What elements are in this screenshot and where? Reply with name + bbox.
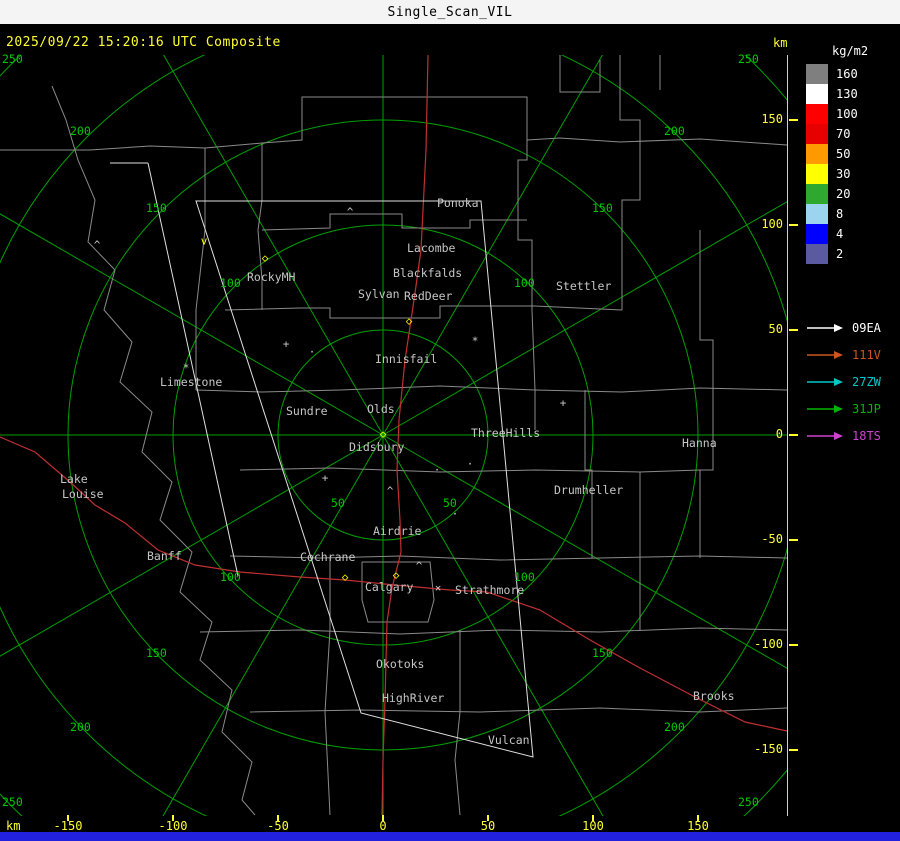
colorbar-value: 130 — [836, 87, 858, 101]
colorbar-value: 8 — [836, 207, 844, 221]
colorbar-entry: 4 — [806, 224, 868, 244]
storm-track-arrow-icon — [807, 404, 843, 413]
radial-lines — [0, 55, 788, 816]
colorbar-swatch — [806, 184, 828, 204]
colorbar-entry: 70 — [806, 124, 868, 144]
bottom-bar — [0, 832, 900, 841]
colorbar-swatch — [806, 144, 828, 164]
storm-track-id: 31JP — [852, 401, 881, 416]
colorbar-swatch — [806, 224, 828, 244]
colorbar: kg/m2 160 130 100 70 50 30 20 8 4 2 — [806, 44, 868, 264]
storm-track-legend: 09EA 111V 27ZW 31JP 18TS — [806, 314, 881, 449]
colorbar-entry: 130 — [806, 84, 868, 104]
colorbar-value: 2 — [836, 247, 844, 261]
colorbar-value: 160 — [836, 67, 858, 81]
colorbar-entry: 30 — [806, 164, 868, 184]
colorbar-swatch — [806, 84, 828, 104]
colorbar-swatch — [806, 104, 828, 124]
colorbar-entry: 8 — [806, 204, 868, 224]
track-legend-item: 31JP — [806, 395, 881, 422]
colorbar-unit: kg/m2 — [832, 44, 869, 58]
storm-track-arrow-icon — [807, 377, 843, 386]
colorbar-entry: 20 — [806, 184, 868, 204]
colorbar-swatch — [806, 64, 828, 84]
storm-track-id: 111V — [852, 347, 881, 362]
scan-area-outlines — [110, 162, 534, 758]
storm-track-arrow-icon — [807, 350, 843, 359]
colorbar-swatch — [806, 124, 828, 144]
storm-track-arrow-icon — [807, 323, 843, 332]
track-legend-item: 27ZW — [806, 368, 881, 395]
track-legend-item: 111V — [806, 341, 881, 368]
colorbar-rows: 160 130 100 70 50 30 20 8 4 2 — [806, 64, 868, 264]
colorbar-value: 50 — [836, 147, 851, 161]
colorbar-entry: 100 — [806, 104, 868, 124]
track-legend-item: 18TS — [806, 422, 881, 449]
colorbar-swatch — [806, 204, 828, 224]
storm-track-id: 18TS — [852, 428, 881, 443]
colorbar-value: 100 — [836, 107, 858, 121]
colorbar-value: 4 — [836, 227, 844, 241]
storm-track-id: 09EA — [852, 320, 881, 335]
track-legend-item: 09EA — [806, 314, 881, 341]
storm-track-id: 27ZW — [852, 374, 881, 389]
colorbar-entry: 160 — [806, 64, 868, 84]
colorbar-entry: 2 — [806, 244, 868, 264]
storm-track-arrow-icon — [807, 431, 843, 440]
colorbar-value: 20 — [836, 187, 851, 201]
colorbar-entry: 50 — [806, 144, 868, 164]
colorbar-value: 70 — [836, 127, 851, 141]
colorbar-swatch — [806, 244, 828, 264]
colorbar-swatch — [806, 164, 828, 184]
radar-map[interactable] — [0, 0, 900, 841]
bottom-axis-unit: km — [6, 819, 21, 833]
range-rings — [0, 55, 788, 816]
colorbar-value: 30 — [836, 167, 851, 181]
